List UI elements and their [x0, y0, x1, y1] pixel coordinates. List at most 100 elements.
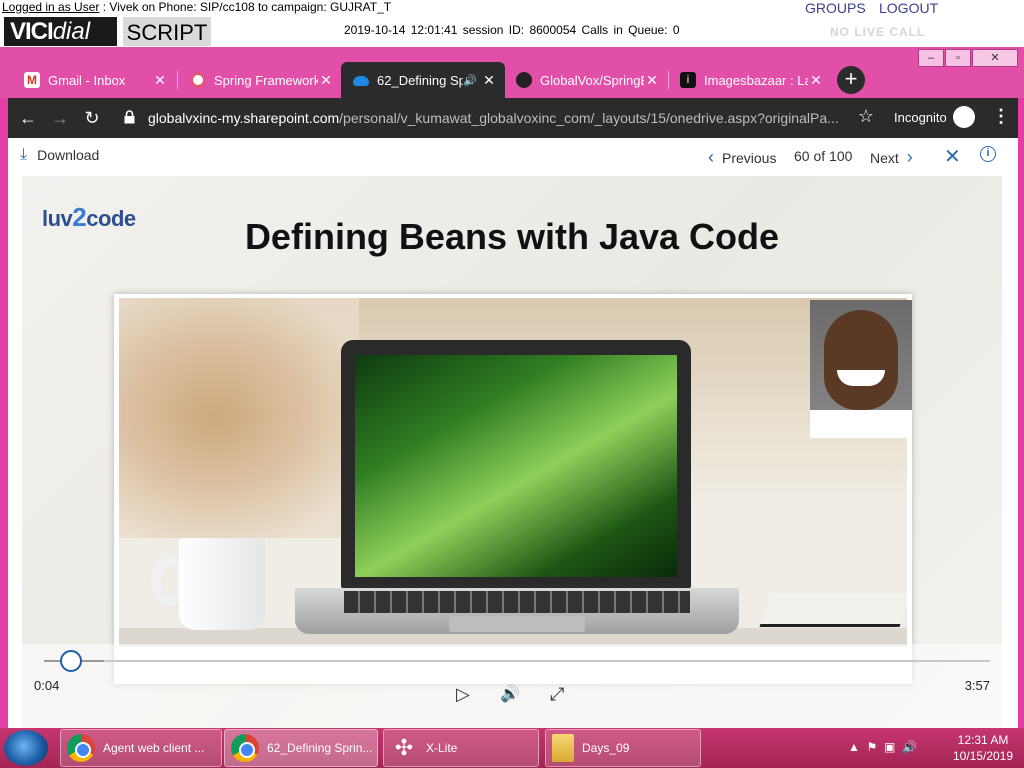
- laptop-screen-grass: [355, 355, 677, 577]
- vicidial-header: Logged in as User : Vivek on Phone: SIP/…: [0, 0, 1024, 47]
- slide-title: Defining Beans with Java Code: [244, 216, 780, 257]
- url-host: globalvxinc-my.sharepoint.com: [148, 110, 340, 126]
- taskbar-item-label: X-Lite: [426, 741, 458, 755]
- vicidial-logo-text-b: dial: [52, 18, 91, 45]
- seek-bar[interactable]: [44, 650, 990, 672]
- folder-icon: [552, 734, 574, 762]
- incognito-label: Incognito: [894, 110, 947, 125]
- taskbar-item-days-09[interactable]: Days_09: [545, 729, 701, 767]
- taskbar-item-agent-web-client[interactable]: Agent web client ...: [60, 729, 222, 767]
- logged-in-line: Logged in as User : Vivek on Phone: SIP/…: [2, 0, 391, 14]
- notebook: [759, 593, 907, 627]
- imagesbazaar-icon: i: [680, 72, 696, 88]
- onedrive-icon: [353, 76, 369, 86]
- laptop-keyboard: [344, 591, 690, 613]
- speaker-icon: 🔊: [463, 74, 477, 87]
- instructor-webcam: [810, 300, 912, 438]
- total-time: 3:57: [964, 678, 990, 693]
- address-bar[interactable]: globalvxinc-my.sharepoint.com/personal/v…: [112, 102, 882, 134]
- close-tab-icon[interactable]: ✕: [644, 72, 660, 89]
- seek-thumb[interactable]: [60, 650, 82, 672]
- taskbar-item-xlite[interactable]: ✣ X-Lite: [383, 729, 539, 767]
- previous-label: Previous: [722, 149, 777, 166]
- next-button[interactable]: Next ›: [870, 147, 921, 168]
- close-tab-icon[interactable]: ✕: [152, 72, 168, 89]
- toolbar: ← → ↻ globalvxinc-my.sharepoint.com/pers…: [8, 98, 1018, 138]
- tab-title: Gmail - Inbox: [48, 72, 126, 88]
- instructor-face: [824, 310, 898, 410]
- agent-info-text: : Vivek on Phone: SIP/cc108 to campaign:…: [99, 0, 392, 14]
- fullscreen-icon[interactable]: ⤢: [550, 684, 564, 705]
- taskbar-item-label: 62_Defining Sprin...: [267, 741, 373, 755]
- forward-arrow-icon[interactable]: →: [48, 106, 72, 130]
- close-tab-icon[interactable]: ✕: [808, 72, 824, 89]
- script-tab[interactable]: SCRIPT: [123, 17, 211, 46]
- laptop-photo: [119, 298, 907, 646]
- page-content: ⤓ Download ‹ Previous 60 of 100 Next › ✕ i …: [8, 138, 1018, 728]
- incognito-icon[interactable]: [953, 106, 975, 128]
- taskbar-item-defining-spring[interactable]: 62_Defining Sprin...: [224, 729, 378, 767]
- tab-imagesbazaar[interactable]: i Imagesbazaar : Lar ✕: [668, 62, 832, 98]
- window-controls: – ▫ ✕: [917, 49, 1018, 69]
- url-text: globalvxinc-my.sharepoint.com/personal/v…: [148, 110, 838, 126]
- more-options-icon[interactable]: ⋮: [992, 106, 1010, 127]
- volume-icon[interactable]: 🔊: [500, 684, 520, 704]
- coffee-mug: [179, 538, 265, 630]
- groups-link[interactable]: GROUPS: [805, 0, 866, 16]
- lock-icon: [124, 110, 135, 124]
- tab-github[interactable]: GlobalVox/SpringB ✕: [504, 62, 668, 98]
- current-time: 0:04: [34, 678, 60, 693]
- previous-button[interactable]: ‹ Previous: [700, 147, 776, 168]
- tray-icons[interactable]: ▲ ⚑ ▣ 🔊: [848, 740, 917, 754]
- github-icon: [516, 72, 532, 88]
- tab-title: Imagesbazaar : Lar: [704, 72, 808, 88]
- next-label: Next: [870, 149, 899, 166]
- logout-link[interactable]: LOGOUT: [879, 0, 938, 16]
- tab-spring-framework[interactable]: Spring Framework ✕: [178, 62, 342, 98]
- item-counter: 60 of 100: [794, 148, 853, 164]
- chevron-right-icon: ›: [906, 147, 913, 167]
- clock-time[interactable]: 12:31 AM: [948, 733, 1018, 747]
- download-button[interactable]: ⤓ Download: [20, 146, 99, 164]
- start-button[interactable]: [4, 730, 48, 766]
- reload-icon[interactable]: ↻: [80, 106, 104, 130]
- chrome-window: – ▫ ✕ M Gmail - Inbox ✕ Spring Framework…: [0, 47, 1024, 728]
- play-icon[interactable]: ▷: [456, 684, 470, 705]
- back-arrow-icon[interactable]: ←: [16, 106, 40, 130]
- xlite-icon: ✣: [394, 735, 414, 760]
- close-tab-icon[interactable]: ✕: [481, 72, 497, 89]
- download-label: Download: [37, 147, 100, 163]
- tab-strip: – ▫ ✕ M Gmail - Inbox ✕ Spring Framework…: [0, 47, 1024, 98]
- taskbar-item-label: Days_09: [582, 741, 630, 755]
- new-tab-button[interactable]: +: [837, 66, 865, 94]
- close-tab-icon[interactable]: ✕: [318, 72, 334, 89]
- minimize-button[interactable]: –: [918, 49, 944, 67]
- tab-onedrive-active[interactable]: 62_Defining Sp 🔊 ✕: [341, 62, 505, 98]
- background-blur: [119, 298, 359, 538]
- clock-date[interactable]: 10/15/2019: [948, 749, 1018, 763]
- bookmark-star-icon[interactable]: ☆: [858, 106, 874, 127]
- logged-in-link[interactable]: Logged in as User: [2, 0, 99, 14]
- maximize-button[interactable]: ▫: [945, 49, 971, 67]
- spring-icon: [190, 72, 206, 88]
- vicidial-logo-text-a: VICI: [10, 18, 54, 45]
- tab-gmail[interactable]: M Gmail - Inbox ✕: [12, 62, 176, 98]
- chrome-icon: [67, 734, 95, 762]
- info-icon[interactable]: i: [980, 146, 996, 162]
- taskbar-item-label: Agent web client ...: [103, 741, 205, 755]
- gmail-icon: M: [24, 72, 40, 88]
- url-path: /personal/v_kumawat_globalvoxinc_com/_la…: [339, 110, 838, 126]
- viewer-toolbar: ⤓ Download ‹ Previous 60 of 100 Next › ✕ i: [8, 138, 1018, 176]
- chrome-icon: [231, 734, 259, 762]
- tab-title: Spring Framework: [214, 72, 318, 88]
- video-controls: 0:04 3:57 ▷ 🔊 ⤢: [22, 644, 1002, 728]
- no-live-call-indicator: NO LIVE CALL: [830, 25, 926, 39]
- session-status: 2019-10-14 12:01:41 session ID: 8600054 …: [344, 23, 680, 37]
- windows-taskbar: Agent web client ... 62_Defining Sprin..…: [0, 728, 1024, 768]
- close-window-button[interactable]: ✕: [972, 49, 1018, 67]
- tab-title: 62_Defining Sp: [377, 72, 464, 88]
- system-tray: ▲ ⚑ ▣ 🔊 12:31 AM 10/15/2019: [842, 728, 1024, 768]
- laptop-trackpad: [449, 616, 585, 632]
- video-player[interactable]: luv2code Defining Beans with Java Code 0…: [22, 176, 1002, 728]
- close-icon[interactable]: ✕: [944, 144, 961, 169]
